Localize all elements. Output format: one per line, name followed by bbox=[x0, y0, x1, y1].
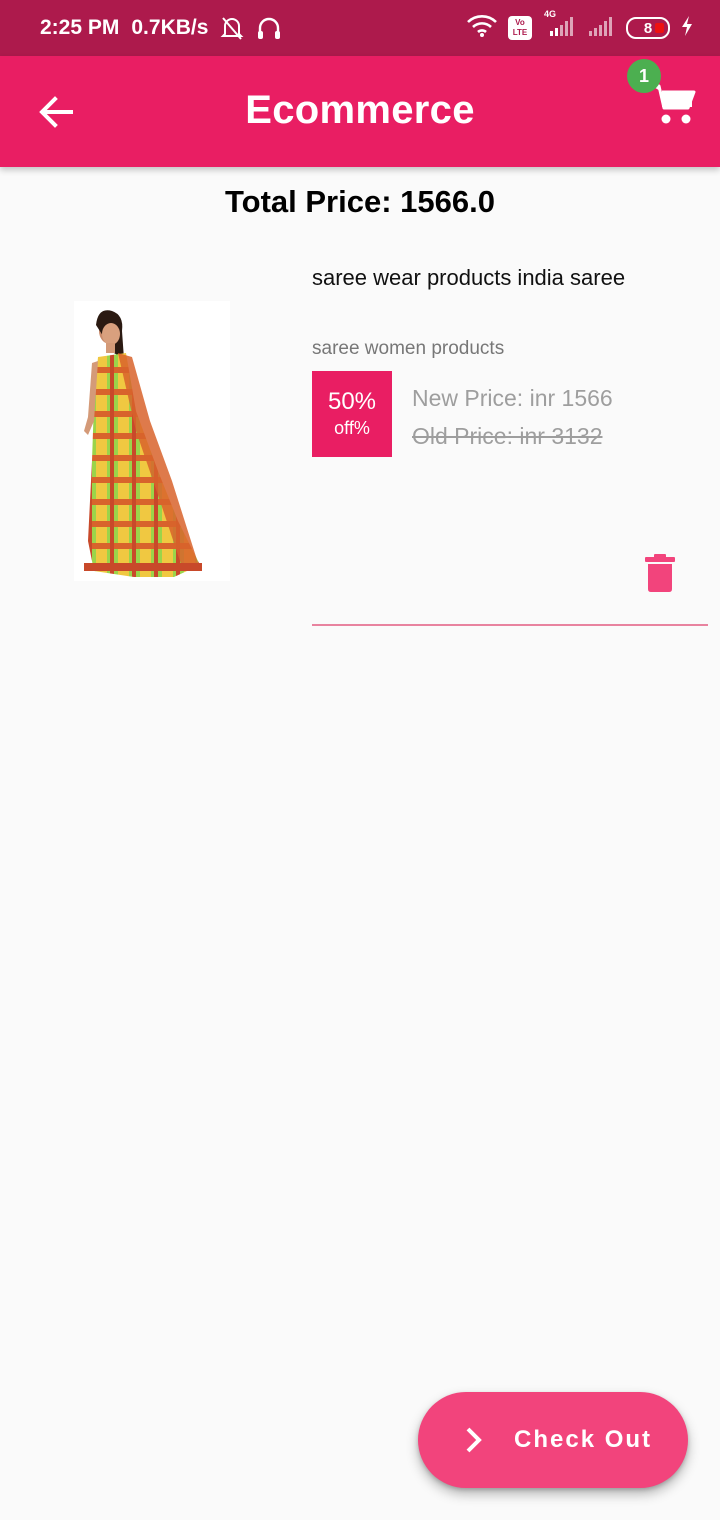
network-type: 4G bbox=[544, 8, 557, 19]
discount-percent: 50% bbox=[327, 388, 377, 415]
charging-icon bbox=[680, 15, 694, 42]
network-speed: 0.7KB/s bbox=[131, 16, 209, 39]
product-image[interactable] bbox=[74, 301, 230, 581]
wifi-icon bbox=[466, 14, 498, 43]
discount-suffix: off% bbox=[334, 418, 370, 438]
checkout-button[interactable]: Check Out bbox=[418, 1392, 688, 1488]
checkout-label: Check Out bbox=[514, 1426, 653, 1453]
volte-label: Vo LTE bbox=[512, 18, 528, 37]
chevron-right-icon bbox=[466, 1427, 482, 1453]
delete-item-button[interactable] bbox=[644, 553, 676, 593]
volte-icon: Vo LTE bbox=[508, 16, 532, 40]
item-divider bbox=[312, 624, 708, 626]
trash-icon bbox=[645, 554, 675, 592]
shopping-cart-icon bbox=[652, 84, 696, 124]
page-title: Ecommerce bbox=[245, 88, 475, 132]
battery-icon: 8 bbox=[626, 17, 670, 39]
status-time: 2:25 PM bbox=[40, 16, 120, 39]
battery-level: 8 bbox=[643, 19, 653, 37]
cart-button[interactable] bbox=[650, 82, 696, 126]
old-price: Old Price: inr 3132 bbox=[412, 423, 603, 449]
total-price: Total Price: 1566.0 bbox=[225, 184, 495, 219]
mute-bell-icon bbox=[220, 15, 244, 41]
cart-count-badge: 1 bbox=[627, 59, 661, 93]
app-bar: Ecommerce bbox=[0, 56, 720, 167]
discount-badge: 50% off% bbox=[312, 371, 392, 457]
signal-icon: 4G bbox=[542, 9, 576, 42]
new-price: New Price: inr 1566 bbox=[412, 385, 613, 411]
headphones-icon bbox=[256, 15, 282, 41]
status-bar: 2:25 PM 0.7KB/s Vo LTE 4G 8 bbox=[0, 0, 720, 56]
product-title: saree wear products india saree bbox=[312, 265, 626, 290]
product-subtitle: saree women products bbox=[312, 338, 505, 359]
signal-icon-2 bbox=[586, 15, 616, 42]
